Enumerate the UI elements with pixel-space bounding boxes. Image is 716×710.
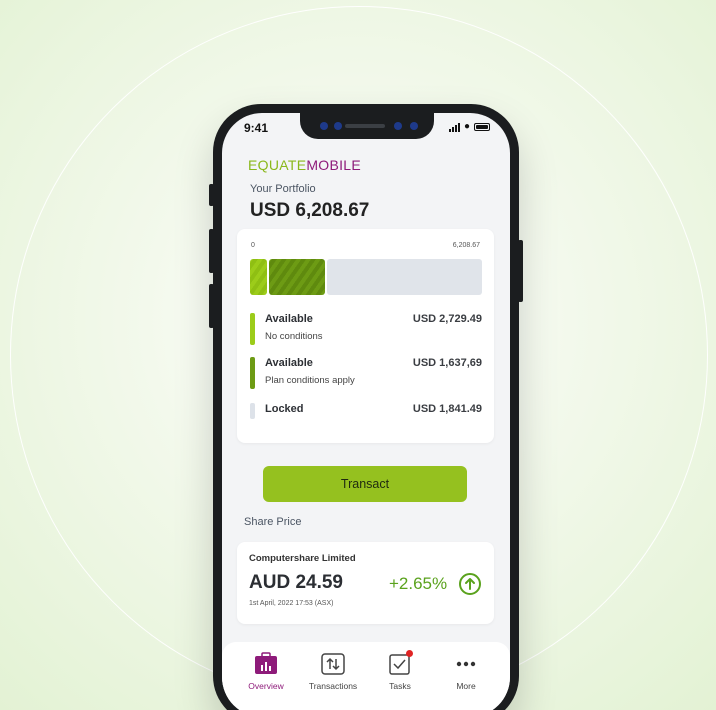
mute-switch (209, 184, 214, 206)
signal-icon (448, 122, 460, 132)
bar-segment-available-no-conditions (250, 259, 268, 295)
legend-amount: USD 2,729.49 (412, 313, 482, 325)
nav-label: Transactions (308, 681, 358, 691)
legend-title: Available (265, 313, 313, 325)
nav-item-transactions[interactable]: Transactions (300, 652, 366, 691)
legend-row-available-plan-conditions[interactable]: Available Plan conditions apply USD 1,63… (250, 357, 482, 391)
speaker-grille (345, 124, 385, 128)
volume-down-button (209, 284, 214, 328)
volume-up-button (209, 229, 214, 273)
overview-icon (253, 652, 279, 676)
legend-subtitle: No conditions (265, 331, 323, 342)
portfolio-value: USD 6,208.67 (250, 200, 370, 221)
bottom-nav: Overview Transactions Tasks More (222, 642, 510, 710)
logo-part1: EQUATE (248, 157, 307, 173)
notch (300, 113, 434, 139)
tasks-icon (387, 650, 413, 676)
wifi-icon: ● (463, 121, 470, 132)
share-price-card[interactable]: Computershare Limited AUD 24.59 1st Apri… (237, 542, 494, 624)
more-icon (453, 652, 479, 676)
transactions-icon (320, 652, 346, 676)
bar-segment-locked (326, 259, 482, 295)
legend-row-available-no-conditions[interactable]: Available No conditions USD 2,729.49 (250, 313, 482, 347)
scale-max: 6,208.67 (452, 242, 480, 249)
legend-amount: USD 1,637,69 (412, 357, 482, 369)
arrow-up-circle-icon (459, 573, 481, 595)
app-screen: 9:41 ● EQUATEMOBILE Your Portfolio USD 6… (222, 113, 510, 710)
scale-min: 0 (251, 242, 255, 249)
legend-swatch (250, 403, 255, 419)
legend-title: Locked (265, 403, 304, 415)
nav-item-overview[interactable]: Overview (233, 652, 299, 691)
power-button (518, 240, 523, 302)
status-icons: ● (448, 121, 490, 132)
portfolio-bar (250, 259, 482, 295)
legend-subtitle: Plan conditions apply (265, 375, 355, 386)
notification-badge (406, 650, 413, 657)
nav-label: Overview (248, 681, 284, 691)
camera-icon (410, 122, 418, 130)
nav-label: More (456, 681, 476, 691)
portfolio-label: Your Portfolio (250, 183, 316, 195)
sensor-icon (394, 122, 402, 130)
status-time: 9:41 (244, 121, 269, 135)
nav-item-more[interactable]: More (433, 652, 499, 691)
share-section-label: Share Price (244, 516, 302, 528)
nav-label: Tasks (389, 681, 411, 691)
sensor-icon (334, 122, 342, 130)
portfolio-card: 0 6,208.67 Available No conditions USD 2… (237, 229, 494, 443)
legend-amount: USD 1,841.49 (412, 403, 482, 415)
share-change: +2.65% (389, 574, 448, 593)
transact-button[interactable]: Transact (263, 466, 467, 502)
nav-item-tasks[interactable]: Tasks (367, 650, 433, 691)
app-logo: EQUATEMOBILE (248, 157, 361, 173)
share-date: 1st April, 2022 17:53 (ASX) (249, 600, 334, 607)
camera-icon (320, 122, 328, 130)
legend-title: Available (265, 357, 313, 369)
logo-part2: MOBILE (306, 157, 362, 173)
legend-swatch (250, 313, 255, 345)
bar-segment-available-plan-conditions (269, 259, 325, 295)
share-company: Computershare Limited (249, 553, 356, 564)
share-price: AUD 24.59 (249, 572, 343, 593)
phone-frame: 9:41 ● EQUATEMOBILE Your Portfolio USD 6… (209, 104, 523, 710)
legend-swatch (250, 357, 255, 389)
battery-icon (474, 123, 490, 131)
legend-row-locked[interactable]: Locked USD 1,841.49 (250, 403, 482, 437)
